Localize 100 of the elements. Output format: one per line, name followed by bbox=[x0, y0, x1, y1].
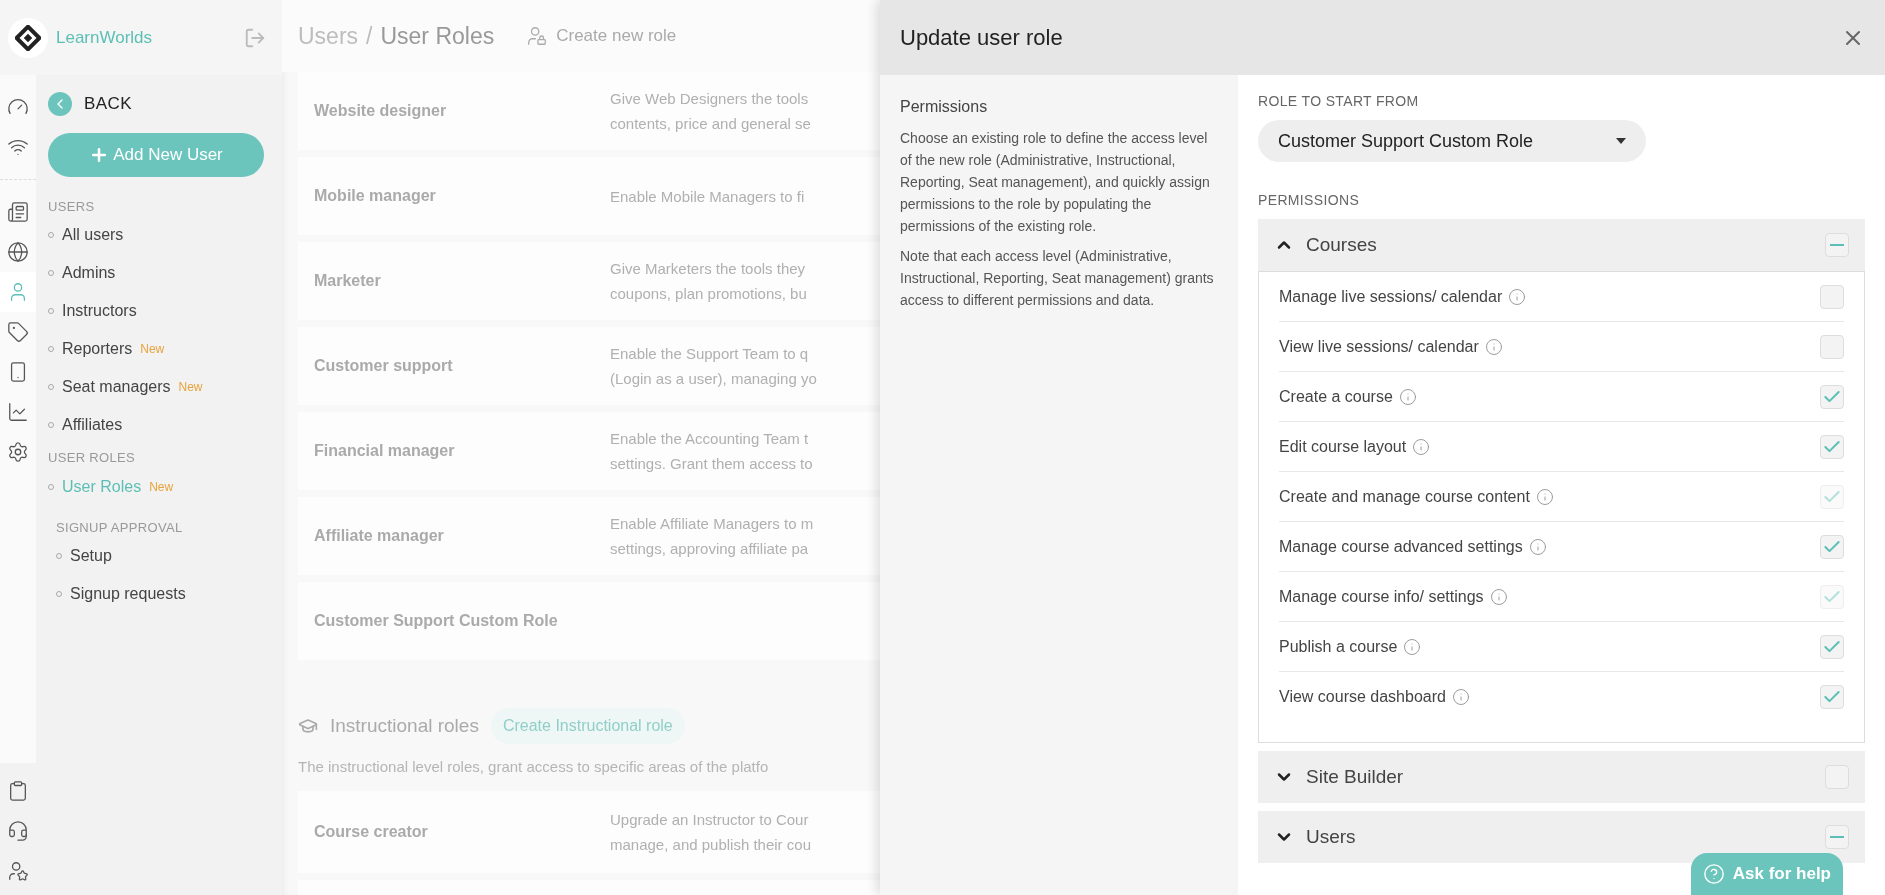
permission-group-header[interactable]: Users bbox=[1258, 811, 1865, 863]
checkbox[interactable] bbox=[1820, 384, 1844, 409]
logo-icon bbox=[8, 17, 48, 58]
checkbox[interactable] bbox=[1820, 685, 1844, 709]
field-label: PERMISSIONS bbox=[1258, 191, 1361, 210]
logout-icon[interactable] bbox=[244, 26, 266, 49]
user-lock-icon bbox=[526, 25, 549, 47]
info-paragraph: Choose an existing role to define the access level of the new role (Administrative, Instructional, Reporting, Seat management), and quickly assign permissions to the role by populating the permissions of the existing role. bbox=[900, 129, 1211, 236]
role-card[interactable]: Website designer Give Web Designers the tools contents, price and general se bbox=[298, 72, 880, 150]
permission-label: View live sessions/ calendar bbox=[1279, 336, 1479, 357]
role-description: Enable the Accounting Team t settings. Grant them access to bbox=[610, 429, 813, 474]
breadcrumb-link[interactable]: Users bbox=[298, 18, 359, 54]
permission-label: Edit course layout bbox=[1279, 436, 1407, 457]
role-card[interactable]: Customer support Enable the Support Team to q (Login as a user), managing yo bbox=[298, 327, 880, 405]
document-icon bbox=[7, 201, 29, 223]
permission-group-header[interactable]: Site Builder bbox=[1258, 751, 1865, 803]
role-card[interactable]: Customer Support Custom Role bbox=[298, 582, 880, 660]
brand-name: LearnWorlds bbox=[56, 26, 153, 49]
help-icon bbox=[1702, 863, 1725, 885]
permission-group-header[interactable]: Courses bbox=[1258, 219, 1865, 271]
info-icon[interactable] bbox=[1403, 637, 1422, 656]
info-icon[interactable] bbox=[1412, 437, 1431, 456]
create-instructional-role-button[interactable]: Create Instructional role bbox=[490, 708, 685, 744]
permission-label: Manage course advanced settings bbox=[1279, 536, 1523, 557]
graduation-cap-icon bbox=[298, 716, 318, 736]
group-title: Users bbox=[1306, 824, 1356, 849]
sidebar-link[interactable]: Reporters bbox=[62, 337, 133, 361]
tag-icon bbox=[7, 321, 29, 343]
role-card[interactable]: Mobile manager Enable Mobile Managers to fi bbox=[298, 157, 880, 235]
new-label: New bbox=[149, 478, 174, 496]
new-label: New bbox=[140, 341, 165, 358]
group-title: Courses bbox=[1306, 232, 1377, 257]
sidebar-link[interactable]: Signup requests bbox=[70, 582, 186, 606]
role-dropdown[interactable]: Customer Support Custom Role bbox=[1258, 120, 1646, 162]
back-button[interactable]: BACK bbox=[48, 91, 270, 117]
info-paragraph: Note that each access level (Administrative, Instructional, Reporting, Seat management) grants access to different permissions and data. bbox=[900, 247, 1215, 310]
section-heading: Instructional roles bbox=[330, 713, 479, 738]
sidebar-link[interactable]: Admins bbox=[62, 261, 116, 285]
sidebar-link[interactable]: All users bbox=[62, 223, 124, 247]
section-title: USERS bbox=[48, 197, 96, 216]
headset-icon bbox=[7, 820, 29, 842]
section-title: USER ROLES bbox=[48, 449, 137, 467]
role-name: Course creator bbox=[313, 821, 429, 842]
role-description: Give Web Designers the tools contents, price and general se bbox=[610, 89, 811, 134]
settings-icon bbox=[7, 441, 29, 463]
add-user-button[interactable]: Add New User bbox=[48, 132, 264, 177]
info-icon[interactable] bbox=[1535, 487, 1554, 506]
sidebar-link[interactable]: User Roles bbox=[62, 474, 142, 499]
info-title: Permissions bbox=[900, 97, 989, 117]
checkbox[interactable] bbox=[1820, 284, 1844, 309]
help-button[interactable]: Ask for help bbox=[1690, 853, 1843, 895]
chart-icon bbox=[7, 401, 29, 423]
minus-icon bbox=[1830, 836, 1844, 838]
info-icon[interactable] bbox=[1508, 287, 1527, 306]
caret-icon bbox=[1616, 138, 1626, 144]
new-label: New bbox=[178, 379, 203, 396]
sidebar-link[interactable]: Instructors bbox=[62, 299, 137, 323]
role-name: Marketer bbox=[313, 271, 382, 291]
role-description: Enable Mobile Managers to fi bbox=[610, 186, 805, 207]
page-title: User Roles bbox=[380, 21, 495, 51]
clipboard-icon bbox=[7, 780, 29, 802]
breadcrumb-separator: / bbox=[366, 21, 373, 51]
role-name: Customer support bbox=[313, 356, 454, 376]
role-description: Enable Affiliate Managers to m settings, approving affiliate pa bbox=[610, 514, 814, 559]
sidebar-link[interactable]: Seat managers bbox=[62, 375, 171, 399]
create-role-button[interactable]: Create new role bbox=[526, 23, 677, 49]
group-title: Site Builder bbox=[1306, 764, 1404, 789]
role-name: Affiliate manager bbox=[313, 526, 445, 546]
back-icon bbox=[48, 91, 72, 116]
section-description: The instructional level roles, grant access to specific areas of the platfo bbox=[297, 757, 770, 777]
permission-label: Manage course info/ settings bbox=[1279, 586, 1484, 607]
info-icon[interactable] bbox=[1484, 337, 1503, 356]
checkbox[interactable] bbox=[1825, 233, 1849, 257]
role-card[interactable]: Marketer Give Marketers the tools they coupons, plan promotions, bu bbox=[298, 242, 880, 320]
role-name: Website designer bbox=[313, 101, 448, 121]
checkbox[interactable] bbox=[1820, 434, 1844, 459]
info-icon[interactable] bbox=[1451, 688, 1470, 706]
role-card[interactable]: Affiliate manager Enable Affiliate Managers to m settings, approving affiliate pa bbox=[298, 497, 880, 575]
permission-label: Create and manage course content bbox=[1279, 486, 1530, 507]
role-name: Customer Support Custom Role bbox=[313, 611, 559, 631]
role-name: Financial manager bbox=[313, 441, 456, 461]
permission-label: Publish a course bbox=[1279, 636, 1398, 657]
role-name: Mobile manager bbox=[313, 186, 437, 206]
section-title: SIGNUP APPROVAL bbox=[56, 518, 184, 537]
role-description: Enable the Support Team to q (Login as a user), managing yo bbox=[610, 344, 817, 389]
checkbox[interactable] bbox=[1820, 334, 1844, 359]
sidebar-link[interactable]: Setup bbox=[70, 544, 112, 568]
info-icon[interactable] bbox=[1398, 387, 1417, 406]
field-label: ROLE TO START FROM bbox=[1258, 92, 1420, 111]
role-card[interactable]: Course creator Upgrade an Instructor to Cour manage, and publish their cou bbox=[298, 790, 880, 873]
user-star-icon bbox=[7, 860, 29, 882]
sidebar-link[interactable]: Affiliates bbox=[62, 413, 123, 437]
globe-icon bbox=[7, 241, 29, 263]
role-description: Give Marketers the tools they coupons, plan promotions, bu bbox=[610, 259, 807, 304]
info-icon[interactable] bbox=[1528, 537, 1547, 556]
checkbox[interactable] bbox=[1820, 534, 1844, 559]
info-icon[interactable] bbox=[1489, 587, 1508, 606]
role-card[interactable]: Financial manager Enable the Accounting Team t settings. Grant them access to bbox=[298, 412, 880, 490]
checkbox[interactable] bbox=[1825, 825, 1849, 849]
checkbox[interactable] bbox=[1820, 634, 1844, 659]
